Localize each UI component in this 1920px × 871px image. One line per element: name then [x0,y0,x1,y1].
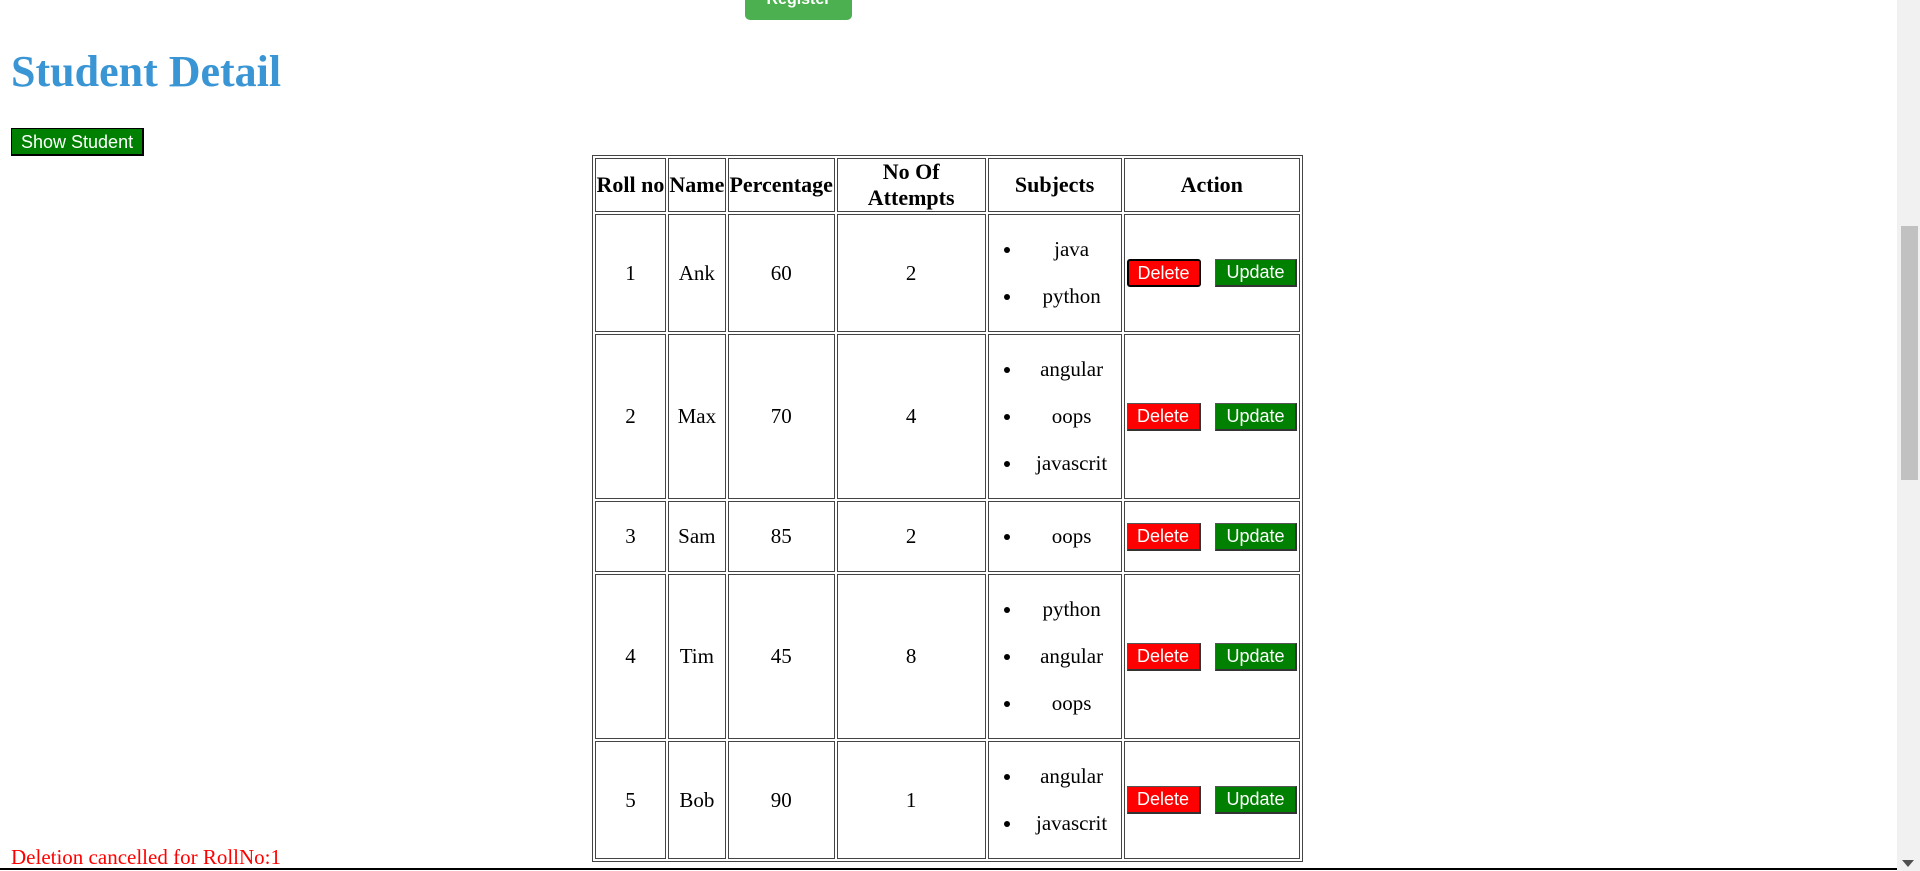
column-header-roll: Roll no [595,158,666,212]
scrollbar-thumb[interactable] [1901,226,1918,480]
update-button[interactable]: Update [1215,402,1297,431]
column-header-subjects: Subjects [987,158,1122,212]
cell-name: Max [667,334,726,499]
cell-percentage: 70 [727,334,835,499]
column-header-action: Action [1123,158,1300,212]
cell-action: Delete Update [1123,741,1300,859]
column-header-attempts: No Of Attempts [836,158,986,212]
show-student-button[interactable]: Show Student [11,128,145,156]
update-button[interactable]: Update [1215,259,1297,287]
delete-button[interactable]: Delete [1126,786,1201,814]
cell-percentage: 85 [727,501,835,572]
cell-action: Delete Update [1123,214,1300,332]
vertical-scrollbar[interactable] [1897,0,1920,871]
cell-attempts: 2 [836,501,986,572]
cell-subjects: java python [987,214,1122,332]
table-row: 1 Ank 60 2 java python Delete Update [595,214,1300,332]
subject-item: oops [1023,513,1121,560]
cell-attempts: 1 [836,741,986,859]
cell-subjects: angular oops javascrit [987,334,1122,499]
subject-item: angular [1023,633,1121,680]
cell-action: Delete Update [1123,334,1300,499]
subjects-list: oops [989,513,1121,560]
cell-name: Bob [667,741,726,859]
table-row: 5 Bob 90 1 angular javascrit Delete Upda… [595,741,1300,859]
column-header-name: Name [667,158,726,212]
subject-item: oops [1023,393,1121,440]
cell-name: Tim [667,574,726,739]
column-header-percentage: Percentage [727,158,835,212]
subject-item: angular [1023,346,1121,393]
delete-button[interactable]: Delete [1126,522,1201,551]
delete-button[interactable]: Delete [1126,642,1201,671]
update-button[interactable]: Update [1215,522,1297,551]
delete-button[interactable]: Delete [1126,402,1201,431]
delete-button[interactable]: Delete [1126,259,1201,287]
cell-percentage: 60 [727,214,835,332]
page-divider [0,868,1897,870]
scroll-down-arrow-icon[interactable] [1902,860,1914,867]
subject-item: python [1023,586,1121,633]
subjects-list: python angular oops [989,586,1121,727]
table-row: 2 Max 70 4 angular oops javascrit Delete… [595,334,1300,499]
table-header-row: Roll no Name Percentage No Of Attempts S… [595,158,1300,212]
status-message: Deletion cancelled for RollNo:1 [11,845,281,869]
cell-roll: 4 [595,574,666,739]
student-table: Roll no Name Percentage No Of Attempts S… [592,155,1303,862]
subject-item: oops [1023,680,1121,727]
subjects-list: angular javascrit [989,753,1121,847]
cell-name: Sam [667,501,726,572]
cell-attempts: 2 [836,214,986,332]
cell-attempts: 8 [836,574,986,739]
cell-action: Delete Update [1123,501,1300,572]
cell-name: Ank [667,214,726,332]
cell-roll: 1 [595,214,666,332]
table-row: 3 Sam 85 2 oops Delete Update [595,501,1300,572]
subject-item: javascrit [1023,800,1121,847]
cell-roll: 2 [595,334,666,499]
subject-item: python [1023,273,1121,320]
cell-action: Delete Update [1123,574,1300,739]
cell-roll: 5 [595,741,666,859]
subjects-list: java python [989,226,1121,320]
cell-subjects: oops [987,501,1122,572]
subjects-list: angular oops javascrit [989,346,1121,487]
update-button[interactable]: Update [1215,642,1297,671]
cell-subjects: angular javascrit [987,741,1122,859]
update-button[interactable]: Update [1215,786,1297,814]
page-title: Student Detail [11,47,282,96]
cell-subjects: python angular oops [987,574,1122,739]
subject-item: angular [1023,753,1121,800]
cell-attempts: 4 [836,334,986,499]
subject-item: java [1023,226,1121,273]
cell-percentage: 45 [727,574,835,739]
cell-roll: 3 [595,501,666,572]
subject-item: javascrit [1023,440,1121,487]
table-row: 4 Tim 45 8 python angular oops Delete Up… [595,574,1300,739]
cell-percentage: 90 [727,741,835,859]
register-button[interactable]: Register [745,0,852,20]
